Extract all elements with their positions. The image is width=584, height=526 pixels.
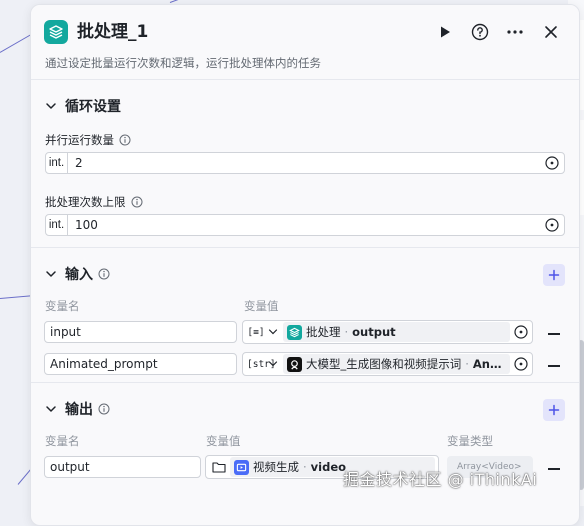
video-node-icon — [234, 459, 249, 475]
int-type-prefix: int. — [46, 153, 68, 173]
add-input-button[interactable] — [543, 264, 565, 286]
string-type-chip: [str] — [247, 358, 276, 370]
output-value-column-header: 变量值 — [206, 434, 241, 448]
output-type-column-header: 变量类型 — [447, 434, 493, 448]
info-icon[interactable] — [119, 134, 132, 147]
reference-separator: · — [303, 460, 307, 474]
parallel-count-label: 并行运行数量 — [45, 132, 132, 148]
more-button[interactable] — [503, 20, 527, 44]
input-name-field[interactable]: Animated_prompt — [44, 353, 237, 375]
chevron-down-icon[interactable] — [267, 358, 279, 370]
reference-field-name: video — [310, 460, 347, 474]
chevron-down-icon[interactable] — [267, 326, 279, 338]
outputs-header[interactable]: 输出 — [45, 399, 111, 419]
reference-field-name: An… — [472, 357, 502, 371]
input-value-field[interactable]: [str] 大模型_生成图像和视频提示词 · An… — [242, 352, 533, 376]
close-icon — [545, 26, 557, 38]
reference-separator: · — [465, 357, 469, 371]
info-icon[interactable] — [98, 403, 111, 416]
parallel-count-value[interactable]: 2 — [75, 156, 544, 170]
info-icon[interactable] — [98, 268, 111, 281]
remove-input-button[interactable] — [548, 333, 560, 335]
reference-node-name: 大模型_生成图像和视频提示词 — [306, 357, 462, 371]
panel-header: 批处理_1 通过设定批量运行次数和逻辑，运行批处理体内的任务 — [31, 5, 579, 80]
more-icon — [507, 30, 523, 34]
help-button[interactable] — [468, 20, 492, 44]
loop-settings-section: 循环设置 并行运行数量 int. 2 批处理次数上限 int. 100 — [31, 80, 579, 248]
remove-output-button[interactable] — [548, 468, 560, 470]
remove-input-button[interactable] — [548, 365, 560, 367]
parallel-count-input[interactable]: int. 2 — [45, 152, 565, 174]
outputs-section: 输出 变量名 变量值 变量类型 output 视频生成 · video Arra… — [31, 383, 579, 525]
reference-picker-icon[interactable] — [513, 324, 529, 340]
info-icon[interactable] — [131, 196, 144, 209]
node-config-panel: 批处理_1 通过设定批量运行次数和逻辑，运行批处理体内的任务 循环设置 并行运行… — [30, 4, 580, 526]
reference-separator: · — [344, 325, 349, 339]
chevron-down-icon — [45, 100, 57, 112]
array-type-chip: [≡] — [247, 326, 265, 338]
outputs-title: 输出 — [65, 402, 93, 418]
max-batch-input[interactable]: int. 100 — [45, 214, 565, 236]
output-name-field[interactable]: output — [44, 456, 201, 478]
close-button[interactable] — [539, 20, 563, 44]
help-icon — [471, 23, 489, 41]
loop-settings-title: 循环设置 — [65, 99, 121, 115]
panel-description: 通过设定批量运行次数和逻辑，运行批处理体内的任务 — [45, 56, 321, 70]
max-batch-value[interactable]: 100 — [75, 218, 544, 232]
llm-node-icon — [287, 356, 302, 372]
output-name-column-header: 变量名 — [45, 434, 80, 448]
stepper-icon[interactable] — [544, 217, 560, 233]
max-batch-label: 批处理次数上限 — [45, 194, 144, 210]
input-name-field[interactable]: input — [44, 321, 237, 343]
play-icon — [441, 26, 450, 38]
parallel-count-label-text: 并行运行数量 — [45, 133, 114, 147]
add-output-button[interactable] — [543, 399, 565, 421]
batch-node-icon — [287, 324, 302, 340]
reference-node-name: 视频生成 — [253, 460, 299, 474]
inputs-title: 输入 — [65, 267, 93, 283]
int-type-prefix: int. — [46, 215, 68, 235]
inputs-section: 输入 变量名 变量值 input [≡] 批处理 · output Animat… — [31, 248, 579, 383]
plus-icon — [548, 269, 560, 281]
reference-node-name: 批处理 — [306, 325, 341, 339]
input-value-column-header: 变量值 — [244, 299, 279, 313]
inputs-header[interactable]: 输入 — [45, 264, 111, 284]
variable-reference-chip: 大模型_生成图像和视频提示词 · An… — [283, 354, 510, 374]
variable-reference-chip: 批处理 · output — [283, 322, 510, 342]
reference-picker-icon[interactable] — [513, 356, 529, 372]
loop-settings-header[interactable]: 循环设置 — [45, 96, 121, 116]
input-name-column-header: 变量名 — [45, 299, 80, 313]
batch-node-icon — [44, 20, 68, 44]
reference-field-name: output — [352, 325, 396, 339]
run-button[interactable] — [433, 20, 457, 44]
max-batch-label-text: 批处理次数上限 — [45, 195, 126, 209]
input-value-field[interactable]: [≡] 批处理 · output — [242, 320, 533, 344]
watermark-text: 掘金技术社区 @ iThinkAi — [343, 470, 538, 489]
chevron-down-icon — [45, 268, 57, 280]
panel-title[interactable]: 批处理_1 — [77, 20, 148, 44]
folder-icon[interactable] — [212, 461, 226, 473]
plus-icon — [548, 404, 560, 416]
stepper-icon[interactable] — [544, 155, 560, 171]
chevron-down-icon — [45, 403, 57, 415]
